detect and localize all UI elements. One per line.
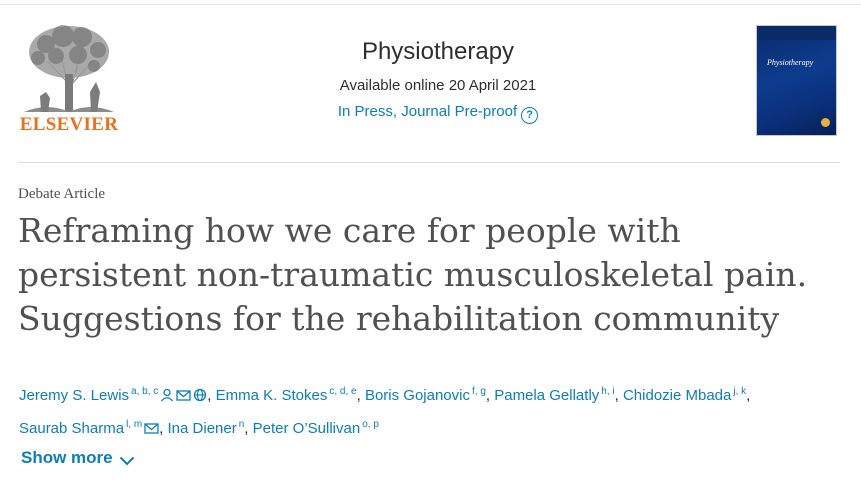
publisher-wordmark: ELSEVIER [19,114,119,135]
author-name: Saurab Sharma [19,420,125,437]
email-icon[interactable] [176,389,191,402]
author-affiliations: o, p [362,419,379,430]
elsevier-logo[interactable]: ELSEVIER [18,22,120,140]
author-link[interactable]: Ina Diener n [167,419,245,437]
author-affiliations: n [238,419,245,430]
cover-top-strip [757,26,836,40]
author-affiliations: j, k [733,386,747,397]
author-name: Peter O’Sullivan [252,420,361,437]
author-name: Chidozie Mbada [622,387,732,404]
author-name: Pamela Gellatly [494,387,600,404]
author-link[interactable]: Peter O’Sullivan o, p [252,419,379,437]
author-affiliations: a, b, c [131,386,159,397]
show-more-button[interactable]: Show more [21,445,135,471]
author-name: Boris Gojanovic [364,387,470,404]
cover-seal-icon [821,118,830,127]
author-name: Emma K. Stokes [215,387,328,404]
author-link[interactable]: Emma K. Stokes c, d, e [215,386,357,404]
author-list: Jeremy S. Lewis a, b, c, Emma K. Stokes c,… [19,386,751,437]
journal-info: Physiotherapy Available online 20 April … [200,36,676,124]
author-link[interactable]: Saurab Sharma l, m [19,419,143,437]
author-affiliations: f, g [471,386,486,397]
person-icon[interactable] [160,388,174,402]
article-header: ELSEVIER Physiotherapy Available online … [0,0,861,162]
article-type: Debate Article [18,186,106,202]
availability-date: Available online 20 April 2021 [339,77,537,94]
header-divider [18,162,840,163]
author-link[interactable]: Boris Gojanovic f, g [364,386,486,404]
author-link[interactable]: Pamela Gellatly h, i [494,386,615,404]
author-name: Ina Diener [167,420,237,437]
journal-title[interactable]: Physiotherapy [200,36,676,68]
article-title: Reframing how we care for people with pe… [18,211,808,338]
author-link[interactable]: Chidozie Mbada j, k [622,386,747,404]
show-more-label: Show more [21,448,113,467]
journal-cover-image[interactable]: Physiotherapy [756,25,837,136]
tree-icon [24,25,114,113]
publication-status: In Press, Journal Pre-proof? [200,101,676,124]
author-link[interactable]: Jeremy S. Lewis a, b, c [19,386,159,404]
globe-icon[interactable] [193,388,207,402]
author-affiliations: c, d, e [329,386,357,397]
cover-title: Physiotherapy [767,58,814,67]
author-affiliations: l, m [126,419,143,430]
author-name: Jeremy S. Lewis [19,387,130,404]
chevron-down-icon [119,456,134,466]
author-affiliations: h, i [601,386,615,397]
email-icon[interactable] [144,422,159,435]
status-link[interactable]: In Press, Journal Pre-proof [338,103,517,120]
help-icon[interactable]: ? [521,107,539,124]
